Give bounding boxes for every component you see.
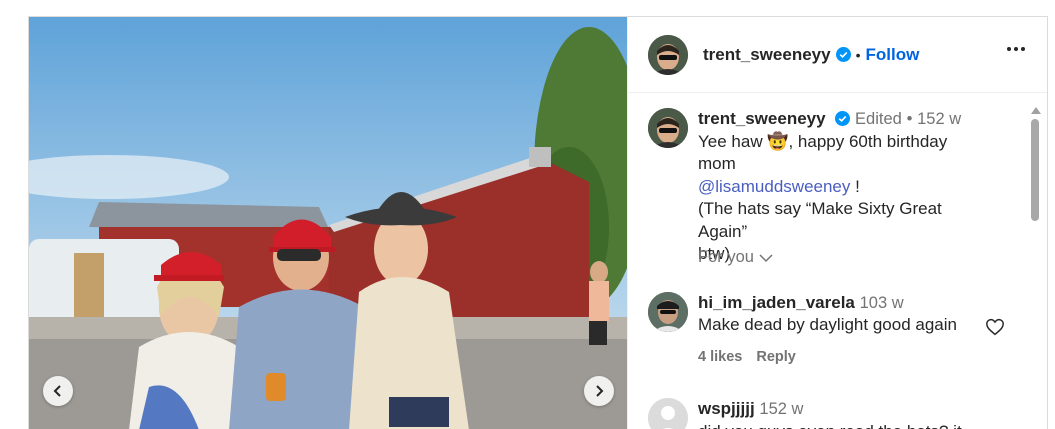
default-avatar-icon [648,398,688,429]
verified-badge-icon [835,111,851,126]
scroll-up-arrow-icon[interactable] [1031,107,1041,114]
follow-button[interactable]: Follow [865,45,919,65]
chevron-down-icon [759,253,773,262]
photo-illustration [29,17,627,429]
commenter-avatar[interactable] [648,292,688,332]
commenter-username[interactable]: wspjjjjj [698,399,755,418]
separator-dot: • [855,46,861,63]
comment-age[interactable]: 152 w [759,400,803,418]
for-you-dropdown[interactable]: For you [698,248,773,267]
avatar-image [648,108,688,148]
comment-body: hi_im_jaden_varela 103 w Make dead by da… [698,292,957,336]
caption-line-2: @lisamuddsweeney ! [698,176,978,199]
separator-dot: • [906,110,913,128]
verified-badge-icon [835,47,851,62]
more-options-icon[interactable] [1007,47,1025,51]
comment-item: hi_im_jaden_varela 103 w Make dead by da… [648,292,1018,336]
commenter-avatar[interactable] [648,398,688,429]
post-side-panel: trent_sweeneyy • Follow trent_sweeneyy E… [627,17,1047,429]
comment-body: wspjjjjj 152 w did you guys even read th… [698,398,962,429]
comment-item: wspjjjjj 152 w did you guys even read th… [648,398,1018,429]
comments-scrollbar[interactable] [1029,103,1041,429]
post-frame: trent_sweeneyy • Follow trent_sweeneyy E… [28,16,1048,429]
likes-count[interactable]: 4 likes [698,349,742,365]
avatar-image [648,34,688,75]
mention-link[interactable]: @lisamuddsweeney [698,177,850,196]
post-header: trent_sweeneyy • Follow [628,17,1047,93]
comments-section: trent_sweeneyy Edited • 152 w Yee haw 🤠,… [628,94,1047,429]
caption-text-suffix: ! [850,176,860,196]
comment-age[interactable]: 103 w [860,294,904,312]
for-you-label: For you [698,248,754,266]
caption-body: trent_sweeneyy Edited • 152 w Yee haw 🤠,… [698,108,978,266]
comment-actions: 4 likes Reply [698,349,796,365]
caption-username[interactable]: trent_sweeneyy [698,109,826,128]
next-photo-button[interactable] [584,376,614,406]
avatar-image [648,292,688,332]
heart-icon[interactable] [985,318,1005,336]
edited-label: Edited [855,110,902,128]
instagram-post-modal: trent_sweeneyy • Follow trent_sweeneyy E… [0,0,1055,429]
reply-button[interactable]: Reply [756,349,796,365]
post-photo [29,17,627,429]
caption-age[interactable]: 152 w [917,110,961,128]
post-caption: trent_sweeneyy Edited • 152 w Yee haw 🤠,… [648,108,978,266]
caption-avatar[interactable] [648,108,688,148]
caption-line-3: (The hats say “Make Sixty Great Again” [698,199,942,241]
commenter-username[interactable]: hi_im_jaden_varela [698,293,855,312]
chevron-right-icon [596,385,604,397]
author-username[interactable]: trent_sweeneyy [703,45,831,65]
previous-photo-button[interactable] [43,376,73,406]
comment-text: Make dead by daylight good again [698,315,957,334]
chevron-left-icon [53,385,61,397]
scrollbar-thumb[interactable] [1031,119,1039,221]
comment-text: did you guys even read the hats? it [698,421,962,429]
author-avatar[interactable] [648,34,688,75]
caption-line-1: Yee haw 🤠, happy 60th birthday mom [698,131,948,174]
